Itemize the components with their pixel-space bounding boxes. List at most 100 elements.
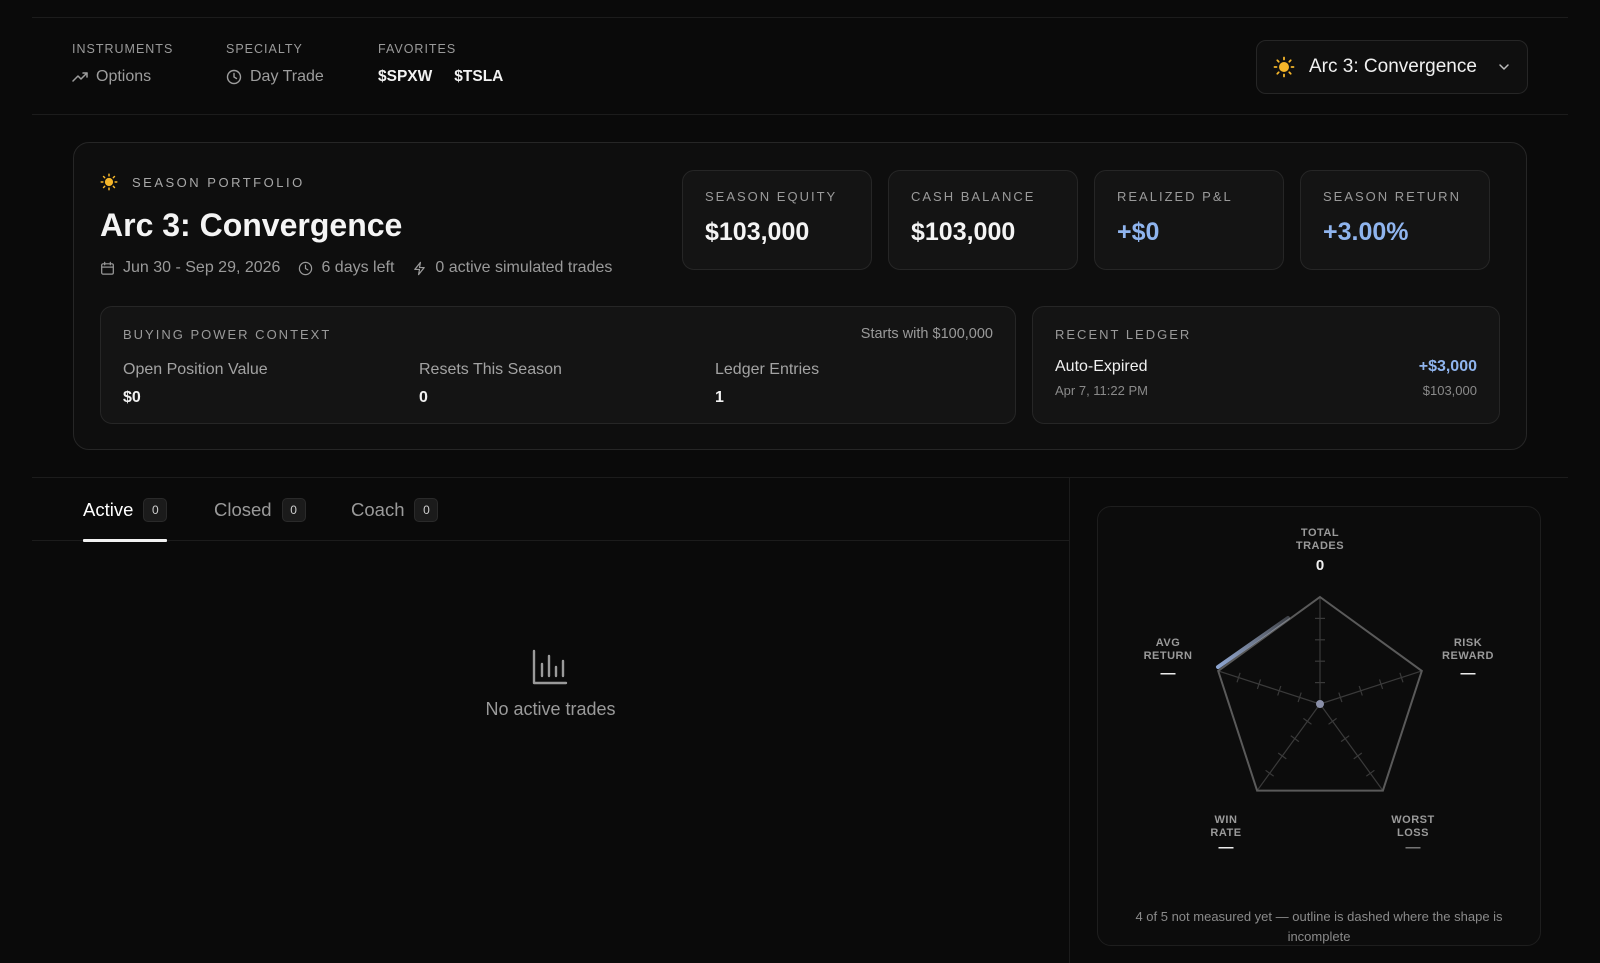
axis-value-worst-loss: — — [1405, 839, 1421, 856]
ledger-entry-date: Apr 7, 11:22 PM — [1055, 383, 1148, 398]
radar-tick — [1328, 717, 1337, 725]
favorites-list: $SPXW $TSLA — [378, 68, 517, 86]
ledger-entry-balance: $103,000 — [1422, 383, 1477, 398]
empty-state: No active trades — [32, 540, 1069, 963]
season-portfolio-card: SEASON PORTFOLIO Arc 3: Convergence Jun … — [73, 142, 1527, 450]
specialty-group: SPECIALTY Day Trade — [226, 42, 324, 86]
chevron-down-icon — [1497, 60, 1511, 74]
tab-coach[interactable]: Coach 0 — [351, 478, 439, 541]
metric-value: 0 — [419, 389, 428, 406]
page: INSTRUMENTS Options SPECIALTY Day Trade … — [0, 0, 1600, 963]
specialty-text: Day Trade — [250, 68, 324, 85]
axis-value-risk-reward: — — [1460, 665, 1476, 682]
buying-power-label: BUYING POWER CONTEXT — [123, 327, 332, 342]
season-dates-text: Jun 30 - Sep 29, 2026 — [123, 259, 281, 276]
recent-ledger: RECENT LEDGER Auto-Expired Apr 7, 11:22 … — [1032, 306, 1500, 424]
radar-spoke — [1319, 703, 1384, 791]
clock-icon — [226, 69, 242, 85]
open-position-value: Open Position Value $0 — [123, 361, 268, 407]
stat-realized-pnl: REALIZED P&L +$0 — [1094, 170, 1284, 270]
sun-icon — [1273, 56, 1295, 78]
season-selector[interactable]: Arc 3: Convergence — [1256, 40, 1528, 94]
stat-value: +$0 — [1117, 218, 1160, 246]
stat-label: REALIZED P&L — [1117, 189, 1233, 204]
metric-value: 1 — [715, 389, 724, 406]
ledger-entry-amount: +$3,000 — [1418, 358, 1477, 375]
metric-value: $0 — [123, 389, 141, 406]
tab-closed[interactable]: Closed 0 — [214, 478, 306, 541]
stat-cash-balance: CASH BALANCE $103,000 — [888, 170, 1078, 270]
stat-label: CASH BALANCE — [911, 189, 1036, 204]
portfolio-eyebrow-text: SEASON PORTFOLIO — [132, 174, 305, 190]
axis-value-total-trades: 0 — [1315, 557, 1325, 574]
tab-count-badge: 0 — [281, 497, 306, 522]
empty-state-text: No active trades — [485, 699, 616, 719]
stat-value: $103,000 — [911, 218, 1016, 246]
favorite-ticker[interactable]: $SPXW — [378, 68, 432, 86]
ledger-entries: Ledger Entries 1 — [715, 361, 819, 407]
instruments-text: Options — [96, 68, 152, 85]
stat-season-equity: SEASON EQUITY $103,000 — [682, 170, 872, 270]
trade-tabs: Active 0 Closed 0 Coach 0 — [32, 478, 1069, 542]
axis-label-avg-return: AVG RETURN — [1143, 637, 1193, 662]
axis-label-total-trades: TOTAL TRADES — [1295, 527, 1345, 552]
axis-label-risk-reward: RISK REWARD — [1442, 637, 1494, 662]
stat-label: SEASON EQUITY — [705, 189, 838, 204]
buying-power-context: BUYING POWER CONTEXT Starts with $100,00… — [100, 306, 1016, 424]
radar-tick — [1303, 717, 1312, 725]
days-left: 6 days left — [298, 259, 394, 277]
stat-value: $103,000 — [705, 218, 810, 246]
favorite-ticker[interactable]: $TSLA — [454, 68, 503, 86]
portfolio-meta: Jun 30 - Sep 29, 2026 6 days left 0 acti… — [100, 259, 630, 277]
radar-spoke — [1256, 703, 1321, 791]
radar-tick — [1277, 752, 1287, 760]
active-trades-count: 0 active simulated trades — [412, 259, 612, 277]
top-bar: INSTRUMENTS Options SPECIALTY Day Trade … — [32, 18, 1568, 115]
trending-up-icon — [72, 69, 88, 85]
instruments-label: INSTRUMENTS — [72, 42, 174, 56]
season-selector-value: Arc 3: Convergence — [1309, 56, 1477, 77]
favorites-label: FAVORITES — [378, 42, 457, 56]
radar-spoke — [1218, 670, 1321, 705]
radar-spoke — [1319, 670, 1422, 705]
lightning-icon — [412, 261, 427, 276]
metric-label: Open Position Value — [123, 361, 268, 378]
stat-season-return: SEASON RETURN +3.00% — [1300, 170, 1490, 270]
days-left-text: 6 days left — [321, 259, 395, 276]
portfolio-title: Arc 3: Convergence — [100, 207, 403, 243]
radar-tick — [1340, 735, 1350, 743]
avg-return-highlight — [1216, 616, 1290, 669]
bar-chart-icon — [531, 648, 569, 686]
axis-label-win-rate: WIN RATE — [1210, 814, 1242, 839]
tab-label: Active — [83, 498, 134, 520]
tab-label: Closed — [214, 498, 272, 520]
radar-tick — [1353, 752, 1363, 760]
radar-tick — [1290, 735, 1300, 743]
recent-ledger-label: RECENT LEDGER — [1055, 327, 1192, 342]
instruments-group: INSTRUMENTS Options — [72, 42, 173, 86]
radar-tick — [1365, 769, 1375, 777]
radar-note: 4 of 5 not measured yet — outline is das… — [1135, 909, 1503, 944]
season-dates: Jun 30 - Sep 29, 2026 — [100, 259, 280, 277]
stat-label: SEASON RETURN — [1323, 189, 1461, 204]
axis-value-avg-return: — — [1160, 665, 1176, 682]
portfolio-eyebrow: SEASON PORTFOLIO — [100, 173, 305, 191]
tab-count-badge: 0 — [414, 497, 439, 522]
active-trades-text: 0 active simulated trades — [435, 259, 613, 276]
performance-radar-card: TOTAL TRADES 0 RISK REWARD — WORST LOSS — W… — [1097, 506, 1541, 946]
instruments-value: Options — [72, 68, 173, 86]
axis-label-worst-loss: WORST LOSS — [1391, 814, 1435, 839]
radar-center-dot — [1316, 700, 1324, 708]
ledger-entry-name: Auto-Expired — [1055, 358, 1148, 375]
sun-icon — [100, 173, 118, 191]
favorites-group: FAVORITES $SPXW $TSLA — [378, 42, 517, 86]
starting-balance-note: Starts with $100,000 — [860, 326, 993, 342]
tab-count-badge: 0 — [143, 497, 168, 522]
metric-label: Ledger Entries — [715, 361, 820, 378]
tab-active[interactable]: Active 0 — [83, 478, 168, 542]
stat-value: +3.00% — [1323, 218, 1409, 246]
resets-this-season: Resets This Season 0 — [419, 361, 562, 407]
column-divider — [1069, 477, 1070, 963]
calendar-icon — [100, 261, 115, 276]
specialty-value: Day Trade — [226, 68, 324, 86]
